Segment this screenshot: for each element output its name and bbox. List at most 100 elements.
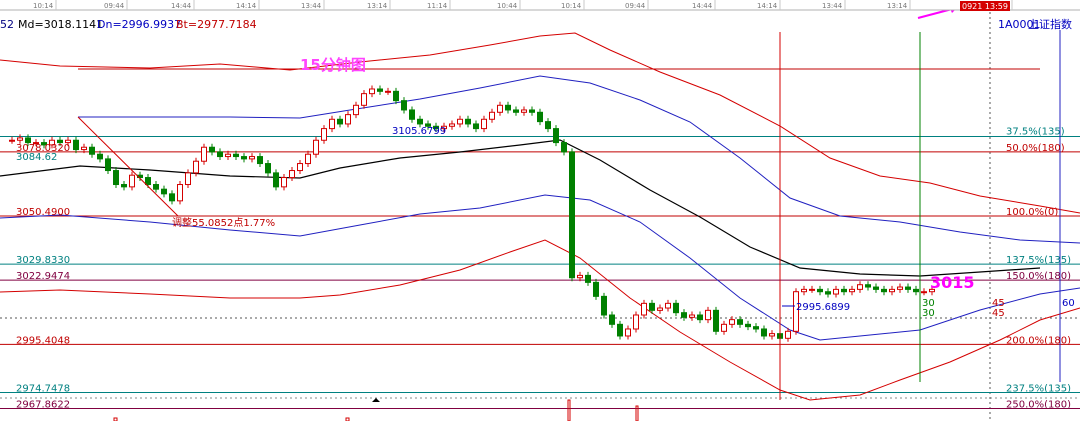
md-value: Md=3018.1141 xyxy=(18,18,103,31)
candle-body xyxy=(857,284,863,290)
candle-body xyxy=(537,111,543,123)
candle-body xyxy=(249,156,255,160)
time-tick: 13:44 xyxy=(822,2,843,10)
candle-body xyxy=(801,288,807,293)
candle-body xyxy=(713,309,719,332)
candle-body xyxy=(697,314,703,321)
price-level-label: 2974.7478 xyxy=(16,383,70,394)
candle-body xyxy=(817,288,823,293)
candle-body xyxy=(665,302,671,309)
time-tick: 14:14 xyxy=(757,2,778,10)
candle-body xyxy=(209,146,215,153)
candle-body xyxy=(721,323,727,332)
candle-body xyxy=(705,309,711,321)
candle-body xyxy=(769,333,775,337)
candle-body xyxy=(73,139,79,151)
candle-body xyxy=(449,123,455,127)
candle-body xyxy=(889,288,895,293)
dn-value: Dn=2996.9937 xyxy=(97,18,181,31)
candle-body xyxy=(761,328,767,337)
candle-body xyxy=(585,274,591,283)
candle-body xyxy=(129,174,135,188)
candle-body xyxy=(321,128,327,141)
candle-body xyxy=(881,288,887,293)
high-price-label: 3105.6799 xyxy=(392,126,446,137)
peak-marker-triangle xyxy=(372,398,380,402)
candle-body xyxy=(369,88,375,95)
candle-body xyxy=(609,314,615,325)
candle-body xyxy=(785,330,791,339)
price-3084-label: 3084.62 xyxy=(16,152,57,163)
candle-body xyxy=(465,118,471,125)
candle-body xyxy=(625,328,631,337)
candle-body xyxy=(305,153,311,165)
candle-body xyxy=(177,184,183,202)
candle-body xyxy=(849,288,855,293)
price-level-label: 3050.4900 xyxy=(16,207,70,218)
candle-body xyxy=(385,90,391,93)
current-time: 0921 13:59 xyxy=(962,2,1008,11)
candle-body xyxy=(681,312,687,318)
price-level-label: 3029.8330 xyxy=(16,255,70,266)
time-tick: 11:14 xyxy=(427,2,448,10)
count-label: 45 xyxy=(992,308,1005,319)
candle-body xyxy=(273,172,279,188)
candle-body xyxy=(489,111,495,120)
low-price-label: 2995.6899 xyxy=(796,302,850,313)
candle-body xyxy=(657,307,663,311)
candle-body xyxy=(481,118,487,130)
time-tick: 14:14 xyxy=(236,2,257,10)
candle-body xyxy=(833,288,839,295)
time-tick: 13:14 xyxy=(367,2,388,10)
count-label: 30 xyxy=(922,308,935,319)
header-bar: 10:14 09:44 14:44 14:14 13:44 13:14 11:14 10:44… xyxy=(0,0,1080,11)
candle-body xyxy=(913,288,919,293)
price-level-label: 2995.4048 xyxy=(16,335,70,346)
candle-body xyxy=(745,323,751,328)
candle-body xyxy=(17,137,23,141)
time-tick: 09:44 xyxy=(104,2,125,10)
time-tick: 13:14 xyxy=(887,2,908,10)
candle-body xyxy=(553,128,559,144)
candle-body xyxy=(689,314,695,318)
target-price-label: 3015 xyxy=(930,273,975,292)
candle-body xyxy=(545,121,551,130)
candle-body xyxy=(89,146,95,155)
candle-body xyxy=(601,295,607,316)
candle-body xyxy=(753,326,759,330)
candle-body xyxy=(361,93,367,106)
candle-body xyxy=(97,153,103,160)
candle-body xyxy=(497,104,503,113)
candle-body xyxy=(577,274,583,279)
candle-body xyxy=(401,100,407,111)
candle-body xyxy=(345,114,351,125)
pct-level-label: 137.5%(135) xyxy=(1006,255,1071,266)
candle-body xyxy=(161,188,167,195)
candlestick-chart[interactable]: 15分钟图 3105.6799 调整55.0852点1.77% 2995.6899 30… xyxy=(0,0,1080,421)
time-tick: 14:44 xyxy=(692,2,713,10)
candle-body xyxy=(289,170,295,179)
candle-body xyxy=(921,291,927,294)
candle-body xyxy=(105,158,111,172)
time-tick: 10:44 xyxy=(497,2,518,10)
bt-value: Bt=2977.7184 xyxy=(176,18,257,31)
candle-body xyxy=(145,177,151,186)
candle-body xyxy=(241,156,247,160)
indicator-id: 52 xyxy=(0,18,14,31)
candle-body xyxy=(185,172,191,186)
price-level-label: 3022.9474 xyxy=(16,271,70,282)
candle-body xyxy=(873,286,879,290)
candle-body xyxy=(337,118,343,125)
candle-body xyxy=(113,170,119,186)
candle-body xyxy=(561,142,567,153)
candle-body xyxy=(617,323,623,337)
candle-body xyxy=(457,118,463,125)
adjustment-label: 调整55.0852点1.77% xyxy=(172,216,275,229)
candle-body xyxy=(257,156,263,165)
mid-line xyxy=(0,139,1041,277)
time-tick: 13:44 xyxy=(301,2,322,10)
candle-body xyxy=(865,284,871,288)
candle-body xyxy=(569,151,575,279)
candle-body xyxy=(393,90,399,102)
candle-body xyxy=(409,109,415,120)
